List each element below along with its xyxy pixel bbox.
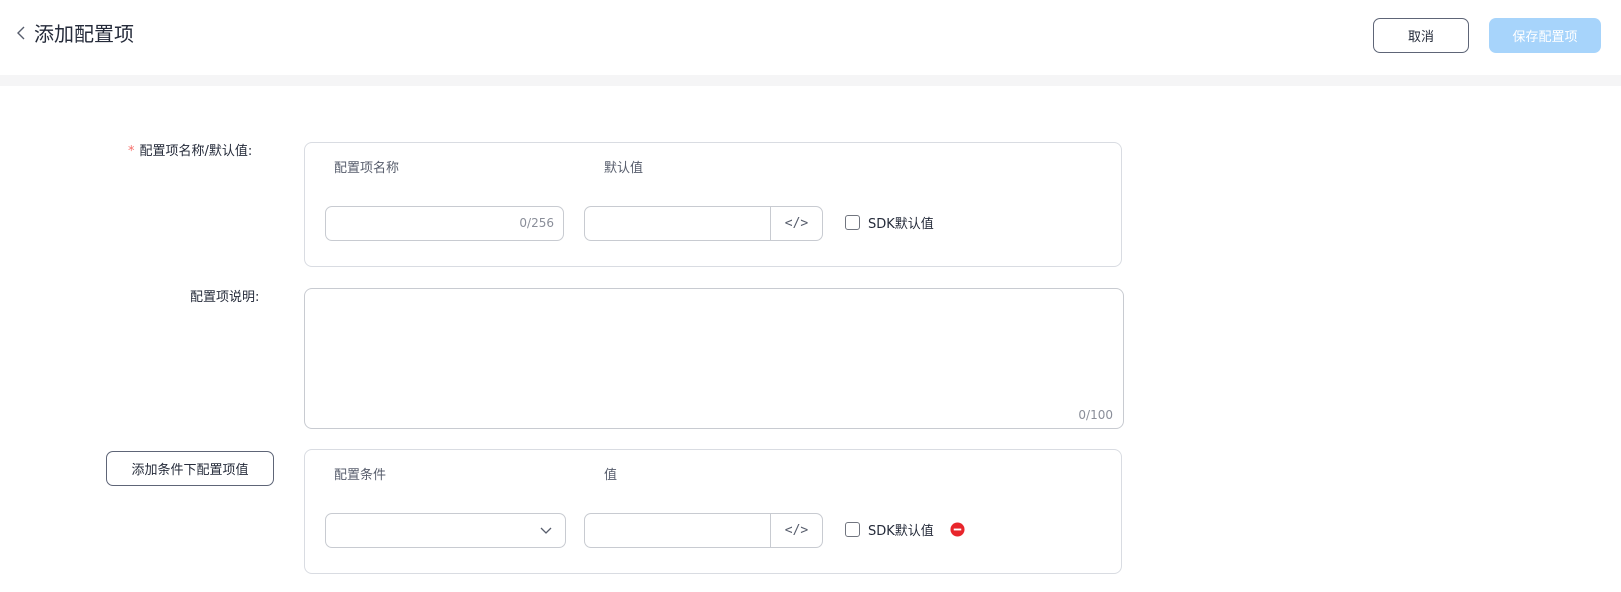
default-value-input[interactable]: </> bbox=[584, 206, 823, 241]
code-icon: </> bbox=[784, 523, 809, 538]
name-column-label: 配置项名称 bbox=[334, 161, 400, 176]
page: 添加配置项 取消 保存配置项 * 配置项名称/默认值: 配置项名称 默认值 0/2… bbox=[0, 0, 1621, 592]
page-title: 添加配置项 bbox=[34, 22, 134, 46]
name-counter: 0/256 bbox=[519, 216, 554, 230]
condition-column-label: 配置条件 bbox=[334, 468, 387, 483]
config-name-input[interactable]: 0/256 bbox=[325, 206, 564, 241]
condition-sdk-default-label: SDK默认值 bbox=[868, 524, 934, 539]
condition-sdk-default-checkbox-box[interactable] bbox=[845, 522, 860, 537]
description-label: 配置项说明: bbox=[190, 290, 260, 305]
condition-select[interactable] bbox=[325, 513, 566, 548]
chevron-left-icon[interactable] bbox=[14, 24, 28, 42]
default-column-label: 默认值 bbox=[604, 161, 644, 176]
minus-circle-icon[interactable] bbox=[950, 522, 965, 537]
sdk-default-checkbox-box[interactable] bbox=[845, 215, 860, 230]
chevron-down-icon bbox=[540, 527, 552, 534]
add-condition-button[interactable]: 添加条件下配置项值 bbox=[106, 451, 274, 486]
sdk-default-checkbox[interactable]: SDK默认值 bbox=[845, 213, 934, 232]
condition-code-editor-button[interactable]: </> bbox=[770, 514, 822, 547]
code-icon: </> bbox=[784, 216, 809, 231]
header: 添加配置项 取消 保存配置项 bbox=[0, 0, 1621, 72]
name-default-label-row: * 配置项名称/默认值: bbox=[128, 143, 252, 161]
condition-value-input[interactable]: </> bbox=[584, 513, 823, 548]
cancel-button[interactable]: 取消 bbox=[1373, 18, 1469, 53]
description-textarea[interactable]: 0/100 bbox=[304, 288, 1124, 429]
header-divider bbox=[0, 75, 1621, 86]
required-mark: * bbox=[128, 144, 135, 159]
code-editor-button[interactable]: </> bbox=[770, 207, 822, 240]
condition-sdk-default-checkbox[interactable]: SDK默认值 bbox=[845, 520, 934, 539]
sdk-default-label: SDK默认值 bbox=[868, 217, 934, 232]
save-config-button[interactable]: 保存配置项 bbox=[1489, 18, 1601, 53]
name-default-label: 配置项名称/默认值: bbox=[139, 144, 253, 159]
name-default-group: 配置项名称 默认值 0/256 </> SDK默认值 bbox=[304, 142, 1122, 267]
value-column-label: 值 bbox=[604, 468, 618, 483]
description-counter: 0/100 bbox=[1078, 408, 1113, 422]
condition-group: 配置条件 值 </> SDK默认值 bbox=[304, 449, 1122, 574]
